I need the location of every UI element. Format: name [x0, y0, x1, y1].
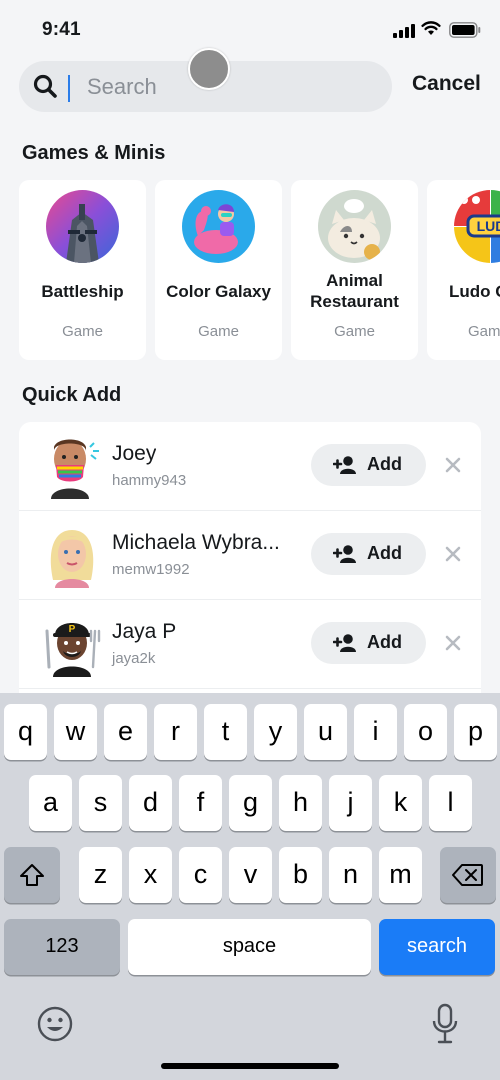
key-f[interactable]: f [179, 775, 222, 831]
add-friend-icon [333, 545, 356, 563]
keyboard: q w e r t y u i o p a s d f g h j k l z … [0, 693, 500, 1080]
games-carousel[interactable]: Battleship Game Color Galaxy Game Animal… [19, 180, 500, 360]
avatar [50, 530, 94, 588]
backspace-icon [452, 864, 483, 886]
quick-add-row[interactable]: P Jaya P jaya2k Add [19, 600, 481, 689]
game-card-animal-restaurant[interactable]: Animal Restaurant Game [291, 180, 418, 360]
game-card-ludo[interactable]: LUD Ludo C Gam [427, 180, 500, 360]
key-y[interactable]: y [254, 704, 297, 760]
dismiss-icon[interactable] [443, 455, 463, 475]
microphone-icon[interactable] [431, 1003, 459, 1045]
backspace-key[interactable] [440, 847, 496, 903]
avatar [51, 439, 99, 499]
friend-name: Michaela Wybra... [112, 531, 280, 554]
game-type: Game [334, 323, 375, 340]
key-j[interactable]: j [329, 775, 372, 831]
key-v[interactable]: v [229, 847, 272, 903]
game-type: Game [62, 323, 103, 340]
game-type: Game [198, 323, 239, 340]
cancel-button[interactable]: Cancel [412, 72, 481, 96]
key-q[interactable]: q [4, 704, 47, 760]
cellular-signal-icon [393, 24, 415, 38]
game-card-battleship[interactable]: Battleship Game [19, 180, 146, 360]
key-a[interactable]: a [29, 775, 72, 831]
search-key[interactable]: search [379, 919, 495, 975]
key-r[interactable]: r [154, 704, 197, 760]
quick-add-row[interactable]: Joey hammy943 Add [19, 422, 481, 511]
friend-name: Joey [112, 442, 157, 465]
friend-username: hammy943 [112, 472, 187, 489]
key-c[interactable]: c [179, 847, 222, 903]
key-g[interactable]: g [229, 775, 272, 831]
battery-icon [449, 22, 481, 38]
color-galaxy-icon [182, 190, 255, 263]
game-name: Animal Restaurant [310, 271, 399, 311]
dismiss-icon[interactable] [443, 544, 463, 564]
battleship-icon [46, 190, 119, 263]
touch-indicator [188, 48, 230, 90]
dismiss-icon[interactable] [443, 633, 463, 653]
numbers-key[interactable]: 123 [4, 919, 120, 975]
quick-add-row[interactable]: Michaela Wybra... memw1992 Add [19, 511, 481, 600]
key-w[interactable]: w [54, 704, 97, 760]
quick-add-list: Joey hammy943 Add Michaela Wybra... memw… [19, 422, 481, 700]
animal-restaurant-icon [318, 190, 391, 263]
key-s[interactable]: s [79, 775, 122, 831]
key-x[interactable]: x [129, 847, 172, 903]
shift-icon [20, 864, 44, 886]
games-section-title: Games & Minis [22, 142, 166, 164]
emoji-icon[interactable] [36, 1005, 74, 1043]
key-u[interactable]: u [304, 704, 347, 760]
ludo-icon: LUD [454, 190, 500, 263]
shift-key[interactable] [4, 847, 60, 903]
key-k[interactable]: k [379, 775, 422, 831]
key-z[interactable]: z [79, 847, 122, 903]
svg-text:LUD: LUD [477, 218, 500, 234]
search-icon [33, 74, 57, 98]
space-key[interactable]: space [128, 919, 371, 975]
text-cursor [68, 75, 70, 102]
status-time: 9:41 [42, 19, 81, 40]
friend-name: Jaya P [112, 620, 177, 643]
game-card-color-galaxy[interactable]: Color Galaxy Game [155, 180, 282, 360]
key-h[interactable]: h [279, 775, 322, 831]
friend-username: jaya2k [112, 650, 156, 667]
key-t[interactable]: t [204, 704, 247, 760]
avatar: P [45, 623, 101, 677]
wifi-icon [421, 21, 441, 35]
game-type: Gam [468, 323, 500, 340]
key-i[interactable]: i [354, 704, 397, 760]
add-friend-button[interactable]: Add [311, 533, 426, 575]
quick-add-section-title: Quick Add [22, 384, 122, 406]
key-m[interactable]: m [379, 847, 422, 903]
key-l[interactable]: l [429, 775, 472, 831]
game-name: Color Galaxy [166, 282, 271, 301]
add-friend-icon [333, 456, 356, 474]
key-p[interactable]: p [454, 704, 497, 760]
game-name: Ludo C [449, 282, 500, 301]
key-o[interactable]: o [404, 704, 447, 760]
key-d[interactable]: d [129, 775, 172, 831]
add-friend-button[interactable]: Add [311, 444, 426, 486]
svg-text:P: P [69, 624, 76, 635]
status-bar: 9:41 [0, 0, 500, 58]
key-n[interactable]: n [329, 847, 372, 903]
key-e[interactable]: e [104, 704, 147, 760]
game-name: Battleship [41, 282, 124, 301]
key-b[interactable]: b [279, 847, 322, 903]
home-indicator[interactable] [161, 1063, 339, 1069]
friend-username: memw1992 [112, 561, 190, 578]
add-friend-icon [333, 634, 356, 652]
add-friend-button[interactable]: Add [311, 622, 426, 664]
